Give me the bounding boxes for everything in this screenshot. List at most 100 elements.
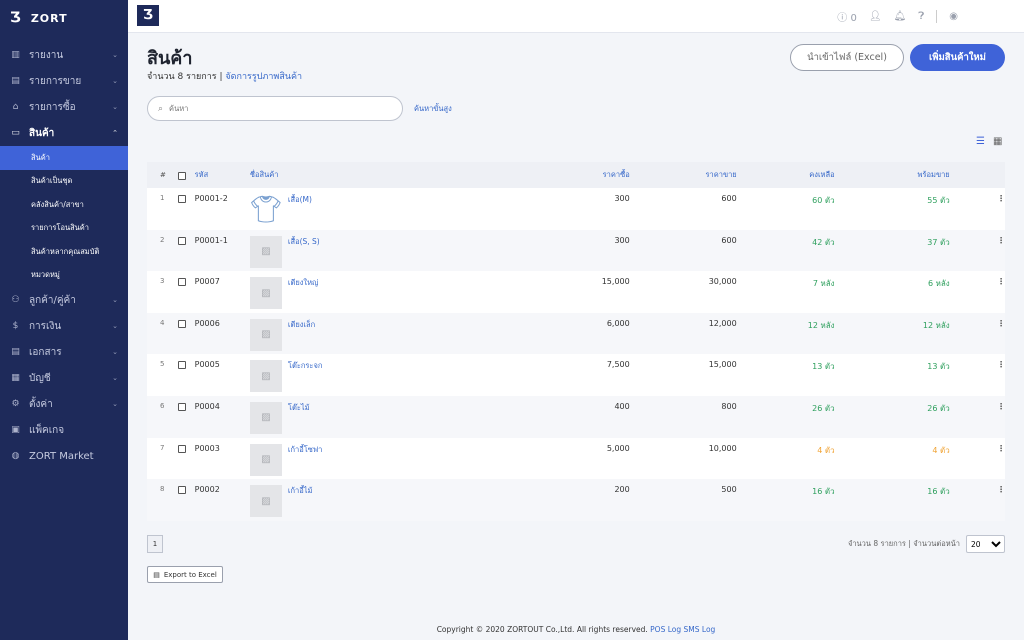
bell-icon[interactable]: 🔔︎ bbox=[894, 11, 907, 22]
row-checkbox[interactable] bbox=[178, 444, 187, 453]
header-stock[interactable]: คงเหลือ bbox=[737, 169, 834, 181]
topbar-logo[interactable]: Ʒ bbox=[137, 5, 159, 26]
row-menu-icon[interactable]: ⋮ bbox=[950, 485, 1005, 494]
image-placeholder-icon[interactable]: ▨ bbox=[249, 235, 282, 268]
table-header: # รหัส ชื่อสินค้า ราคาซื้อ ราคาขาย คงเหล… bbox=[147, 162, 1005, 188]
page-subtitle: จำนวน 8 รายการ | จัดการรูปภาพสินค้า bbox=[147, 72, 303, 82]
sidebar-item[interactable]: ◍ ZORT Market bbox=[0, 443, 128, 469]
image-placeholder-icon[interactable]: ▨ bbox=[249, 318, 282, 351]
sidebar-subitem[interactable]: รายการโอนสินค้า bbox=[0, 217, 128, 241]
row-checkbox[interactable] bbox=[178, 195, 187, 203]
coin-icon[interactable]: ⓘ 0 bbox=[837, 9, 857, 24]
header-num: # bbox=[160, 171, 166, 179]
account-icon[interactable]: ◉ bbox=[949, 11, 958, 22]
table-row[interactable]: 1 P0001-2 👕︎ เสื้อ(M) 300 600 60 ตัว 55 ตัว ⋮ bbox=[147, 188, 1005, 230]
package-icon: ▣ bbox=[11, 425, 20, 435]
select-all-checkbox[interactable] bbox=[178, 171, 187, 180]
row-menu-icon[interactable]: ⋮ bbox=[950, 402, 1005, 411]
row-checkbox[interactable] bbox=[178, 402, 187, 411]
image-placeholder-icon[interactable]: ▨ bbox=[249, 485, 282, 518]
header-available[interactable]: พร้อมขาย bbox=[835, 169, 950, 181]
row-menu-icon[interactable]: ⋮ bbox=[950, 319, 1005, 328]
product-name-link[interactable]: เก้าอี้โซฟา bbox=[288, 444, 322, 476]
search-input[interactable] bbox=[169, 104, 370, 113]
row-select-cell bbox=[172, 236, 193, 245]
image-placeholder-icon[interactable]: ▨ bbox=[249, 443, 282, 476]
row-select-cell bbox=[172, 277, 193, 287]
import-excel-button[interactable]: นำเข้าไฟล์ (Excel) bbox=[790, 44, 904, 71]
product-image[interactable]: 👕︎ bbox=[249, 194, 282, 226]
table-row[interactable]: 7 P0003 ▨ เก้าอี้โซฟา 5,000 10,000 4 ตัว 4 ตัว ⋮ bbox=[147, 438, 1005, 480]
table-row[interactable]: 5 P0005 ▨ โต๊ะกระจก 7,500 15,000 13 ตัว 13 ตัว ⋮ bbox=[147, 354, 1005, 396]
help-icon[interactable]: ❓︎ bbox=[918, 11, 924, 22]
row-menu-icon[interactable]: ⋮ bbox=[950, 360, 1005, 369]
pos-link[interactable]: POS bbox=[650, 625, 665, 634]
sidebar-item[interactable]: ▥ รายงาน ⌄ bbox=[0, 42, 128, 68]
image-placeholder-icon[interactable]: ▨ bbox=[249, 401, 282, 434]
product-cost: 400 bbox=[614, 401, 630, 411]
row-checkbox[interactable] bbox=[178, 319, 187, 328]
add-product-button[interactable]: เพิ่มสินค้าใหม่ bbox=[910, 44, 1005, 71]
sidebar-item[interactable]: ▤ เอกสาร ⌄ bbox=[0, 339, 128, 365]
product-name-link[interactable]: เตียงเล็ก bbox=[288, 319, 315, 351]
product-stock: 4 ตัว bbox=[817, 445, 835, 455]
sidebar-item[interactable]: ▦ บัญชี ⌄ bbox=[0, 365, 128, 391]
brand-logo[interactable]: Ʒ ZORT bbox=[0, 0, 128, 36]
log-link[interactable]: Log bbox=[668, 625, 681, 634]
product-code: P0003 bbox=[194, 443, 220, 453]
product-name-link[interactable]: เสื้อ(S, S) bbox=[288, 236, 320, 268]
chevron-icon: ⌄ bbox=[112, 348, 118, 356]
row-menu-icon[interactable]: ⋮ bbox=[950, 194, 1005, 203]
sidebar-item-label: เอกสาร bbox=[29, 346, 62, 358]
search-icon: ⌕ bbox=[158, 103, 164, 114]
product-price: 600 bbox=[721, 235, 737, 245]
product-name-link[interactable]: เก้าอี้ไม้ bbox=[288, 485, 313, 517]
sidebar-item[interactable]: ▤ รายการขาย ⌄ bbox=[0, 68, 128, 94]
sms-log-link[interactable]: SMS Log bbox=[684, 625, 716, 634]
image-placeholder-icon[interactable]: ▨ bbox=[249, 360, 282, 393]
header-name[interactable]: ชื่อสินค้า bbox=[250, 169, 476, 181]
header-price[interactable]: ราคาขาย bbox=[630, 169, 736, 181]
table-row[interactable]: 3 P0007 ▨ เตียงใหญ่ 15,000 30,000 7 หลัง 6 หลัง… bbox=[147, 271, 1005, 313]
page-button[interactable]: 1 bbox=[147, 535, 163, 553]
table-row[interactable]: 2 P0001-1 ▨ เสื้อ(S, S) 300 600 42 ตัว 37 ตัว ⋮ bbox=[147, 229, 1005, 272]
product-name-link[interactable]: เสื้อ(M) bbox=[288, 194, 312, 226]
sidebar-item[interactable]: ⚙ ตั้งค่า ⌄ bbox=[0, 391, 128, 417]
row-number: 3 bbox=[160, 277, 165, 286]
product-name-link[interactable]: โต๊ะไม้ bbox=[288, 402, 310, 434]
sidebar-item-label: บัญชี bbox=[29, 372, 51, 384]
sidebar-subitem[interactable]: สินค้าหลากคุณสมบัติ bbox=[0, 240, 128, 264]
sidebar-subitem[interactable]: สินค้า bbox=[0, 146, 128, 170]
grid-view-icon[interactable]: ▦ bbox=[993, 136, 1002, 147]
row-checkbox[interactable] bbox=[178, 236, 187, 245]
manage-images-link[interactable]: จัดการรูปภาพสินค้า bbox=[225, 72, 302, 82]
sidebar-subitem[interactable]: สินค้าเป็นชุด bbox=[0, 170, 128, 194]
row-checkbox[interactable] bbox=[178, 486, 187, 495]
row-menu-icon[interactable]: ⋮ bbox=[950, 277, 1005, 286]
sidebar-subitem[interactable]: หมวดหมู่ bbox=[0, 264, 128, 288]
table-row[interactable]: 8 P0002 ▨ เก้าอี้ไม้ 200 500 16 ตัว 16 ตัว ⋮ bbox=[147, 479, 1005, 521]
table-row[interactable]: 6 P0004 ▨ โต๊ะไม้ 400 800 26 ตัว 26 ตัว ⋮ bbox=[147, 395, 1005, 438]
row-checkbox[interactable] bbox=[178, 278, 187, 287]
row-menu-icon[interactable]: ⋮ bbox=[950, 236, 1005, 245]
table-row[interactable]: 4 P0006 ▨ เตียงเล็ก 6,000 12,000 12 หลัง 12 หลั… bbox=[147, 312, 1005, 355]
header-cost[interactable]: ราคาซื้อ bbox=[476, 169, 630, 181]
image-placeholder-icon[interactable]: ▨ bbox=[249, 277, 282, 310]
sidebar-item[interactable]: ⚇ ลูกค้า/คู่ค้า ⌄ bbox=[0, 287, 128, 313]
product-name-link[interactable]: โต๊ะกระจก bbox=[288, 360, 322, 392]
sidebar-item[interactable]: ▭ สินค้า ⌃ bbox=[0, 120, 128, 146]
sidebar-item[interactable]: ▣ แพ็คเกจ bbox=[0, 417, 128, 443]
sidebar-subitem[interactable]: คลังสินค้า/สาขา bbox=[0, 193, 128, 217]
header-select-cell bbox=[172, 171, 193, 180]
header-code[interactable]: รหัส bbox=[193, 169, 250, 181]
advanced-search-link[interactable]: ค้นหาขั้นสูง bbox=[414, 103, 452, 115]
sidebar-item[interactable]: $ การเงิน ⌄ bbox=[0, 313, 128, 339]
per-page-select[interactable]: 20 bbox=[966, 535, 1005, 553]
export-excel-button[interactable]: ▤ Export to Excel bbox=[147, 566, 223, 583]
product-name-link[interactable]: เตียงใหญ่ bbox=[288, 277, 319, 309]
list-view-icon[interactable]: ☰ bbox=[976, 136, 985, 147]
sidebar-item[interactable]: ⌂ รายการซื้อ ⌄ bbox=[0, 94, 128, 120]
user-icon[interactable]: 👤︎ bbox=[869, 11, 882, 22]
row-checkbox[interactable] bbox=[178, 361, 187, 370]
row-menu-icon[interactable]: ⋮ bbox=[950, 444, 1005, 453]
